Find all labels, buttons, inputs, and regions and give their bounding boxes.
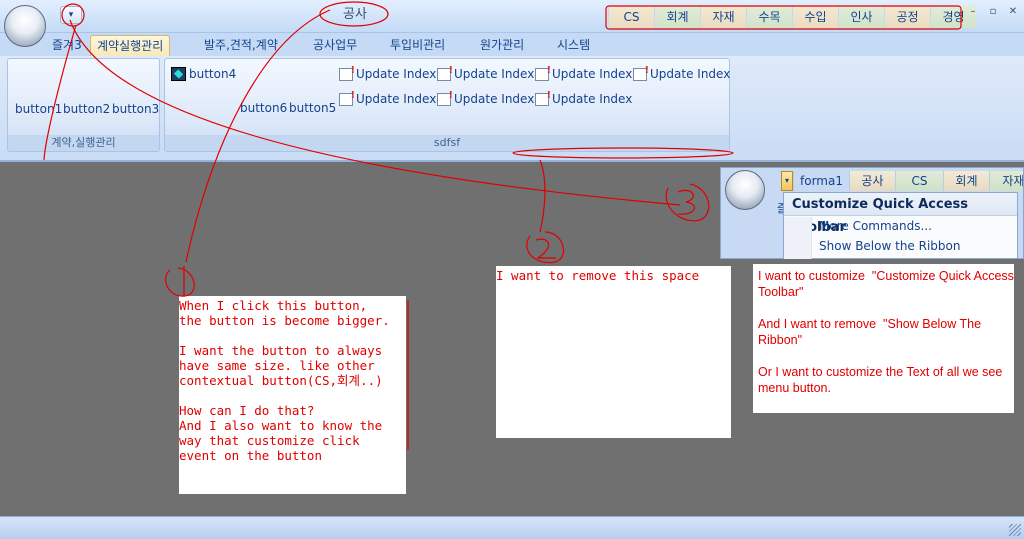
update-index-label: Update Index [356,67,437,81]
update-index-label: Update Index [552,92,633,106]
update-index-icon [437,90,453,106]
update-index-label: Update Index [454,67,535,81]
update-index-button[interactable]: Update Index [535,90,633,106]
window-title: 공사 [343,7,367,22]
annotation-note-button-size: When I click this button, the button is … [179,296,406,494]
application-orb-button[interactable] [4,5,46,47]
resize-grip-icon[interactable] [1009,524,1021,536]
update-index-icon [633,65,649,81]
circled-number-2 [526,231,565,264]
update-index-label: Update Index [454,92,535,106]
window-controls: – ▫ ✕ [966,6,1020,17]
update-index-icon [339,65,355,81]
update-index-icon [535,65,551,81]
button4-icon [171,67,186,81]
button4[interactable]: button4 [171,67,236,81]
update-index-button[interactable]: Update Index [339,90,437,106]
tab-contract-execution[interactable]: 계약실행관리 [90,35,171,57]
annotation-note-remove-space: I want to remove this space [496,266,731,438]
context-tab-material[interactable]: 자재 [700,6,746,28]
ribbon-tabs: 즐겨3 계약실행관리 발주,견적,계약 공사업무 투입비관리 원가관리 시스템 [0,33,1024,57]
circled-number-1 [165,266,195,297]
maximize-button[interactable]: ▫ [986,6,1000,17]
ribbon-group-contract: button1 button2 button3 계약,실행관리 [7,58,160,152]
inset-context-tab[interactable]: CS [894,171,943,191]
inset-form-title: forma1 [793,171,849,191]
quick-access-dropdown-button[interactable]: ▾ [781,171,793,191]
tab-input-cost[interactable]: 투입비관리 [384,35,451,57]
menu-item-show-below-ribbon[interactable]: Show Below the Ribbon [784,236,1017,256]
update-index-button[interactable]: Update Index [437,90,535,106]
close-button[interactable]: ✕ [1006,6,1020,17]
tab-favorites[interactable]: 즐겨3 [46,35,88,57]
update-index-button[interactable]: Update Index [437,65,535,81]
circled-number-3 [665,183,710,222]
inset-title-row: ▾ forma1 공사 CS 회계 자재 [781,171,1023,191]
context-tab-cs[interactable]: CS [608,6,654,28]
update-index-icon [339,90,355,106]
update-index-label: Update Index [356,92,437,106]
tab-construction[interactable]: 공사업무 [307,35,363,57]
button6[interactable]: button6 [240,101,287,115]
button2[interactable]: button2 [63,102,110,116]
minimize-button[interactable]: – [966,6,980,17]
contextual-tabs: CS 회계 자재 수목 수입 인사 공정 경영 [608,6,976,28]
menu-gutter [784,217,812,259]
ribbon-panel: button1 button2 button3 계약,실행관리 button4 … [0,56,1024,162]
annotation-note-customize-qat: I want to customize "Customize Quick Acc… [753,264,1014,413]
customize-qat-menu: Customize Quick Access Toolbar More Comm… [783,192,1018,259]
update-index-button[interactable]: Update Index [339,65,437,81]
title-bar: ▾ 공사 CS 회계 자재 수목 수입 인사 공정 경영 – ▫ ✕ [0,0,1024,33]
connector-line [539,159,546,233]
update-index-label: Update Index [650,67,731,81]
update-index-icon [437,65,453,81]
group-label-sdfsf: sdfsf [165,135,729,151]
button5[interactable]: button5 [289,101,336,115]
inset-context-tab[interactable]: 회계 [942,171,989,191]
application-orb-button [725,170,765,210]
menu-header: Customize Quick Access Toolbar [784,193,1017,235]
context-tab-landscape[interactable]: 수목 [746,6,792,28]
tab-cost-management[interactable]: 원가관리 [474,35,530,57]
context-tab-accounting[interactable]: 회계 [654,6,700,28]
inset-context-tab[interactable]: 자재 [988,171,1023,191]
button4-label: button4 [189,67,237,81]
button3[interactable]: button3 [112,102,159,116]
update-index-label: Update Index [552,67,633,81]
update-index-button[interactable]: Update Index [633,65,731,81]
group-label-contract: 계약,실행관리 [8,135,159,151]
quick-access-dropdown-button[interactable]: ▾ [60,6,82,24]
context-tab-hr[interactable]: 인사 [838,6,884,28]
update-index-button[interactable]: Update Index [535,65,633,81]
ribbon-group-sdfsf: button4 button6 button5 Update Index Upd… [164,58,730,152]
context-tab-process[interactable]: 공정 [884,6,930,28]
update-index-icon [535,90,551,106]
tab-order-estimate[interactable]: 발주,견적,계약 [198,35,284,57]
context-tab-import[interactable]: 수입 [792,6,838,28]
menu-item-more-commands[interactable]: More Commands... [784,216,1017,236]
tab-system[interactable]: 시스템 [551,35,596,57]
button1[interactable]: button1 [15,102,62,116]
status-bar [0,516,1024,539]
inset-context-tab[interactable]: 공사 [848,171,895,191]
